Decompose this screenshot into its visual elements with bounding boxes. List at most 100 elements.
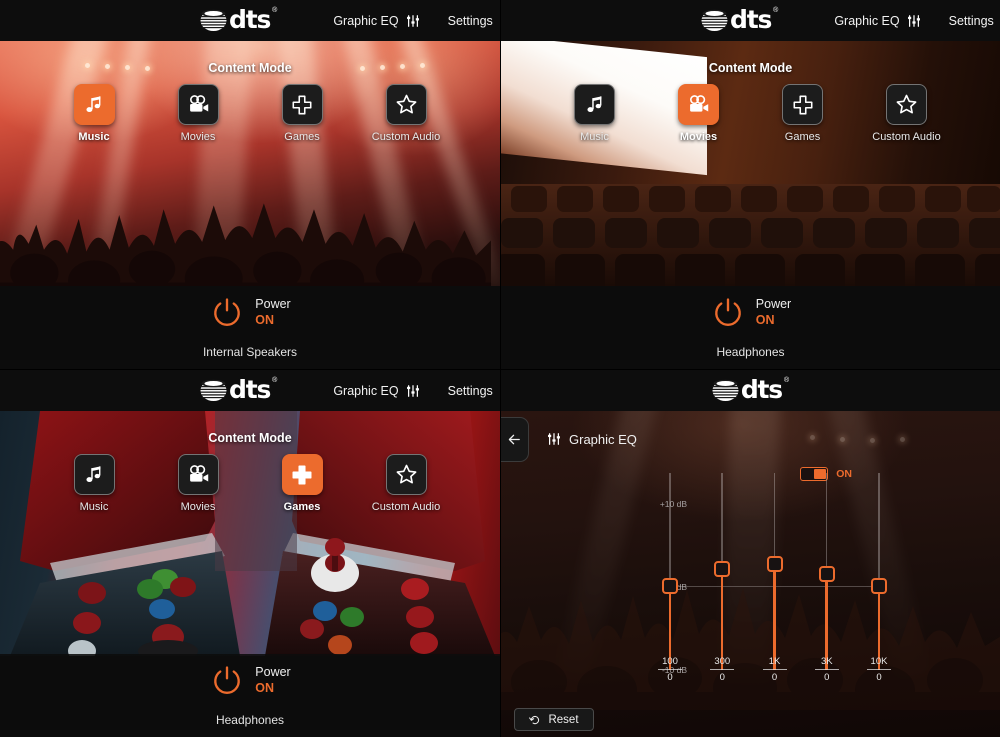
power-state: ON <box>255 313 275 327</box>
eq-title: Graphic EQ <box>569 431 637 447</box>
header-settings-button[interactable]: Settings <box>949 14 1000 28</box>
dpad-icon <box>793 95 812 114</box>
content-mode-games[interactable]: Games <box>265 84 340 143</box>
eq-band-handle[interactable] <box>766 556 783 572</box>
content-mode-section: Content Mode Music Movies Games Custom A… <box>501 41 1000 143</box>
content-mode-section: Content Mode Music Movies Games Custom A… <box>0 41 500 143</box>
equalizer-icon <box>548 433 560 445</box>
settings-label: Settings <box>447 13 493 28</box>
header-settings-button[interactable]: Settings <box>448 384 500 398</box>
music-label: Music <box>580 131 609 143</box>
eq-band-handle[interactable] <box>714 561 731 577</box>
settings-label: Settings <box>447 383 493 398</box>
custom-audio-tile[interactable] <box>886 84 927 125</box>
content-mode-movies[interactable]: Movies <box>161 84 236 143</box>
eq-band-handle[interactable] <box>818 566 835 582</box>
music-label: Music <box>79 501 109 513</box>
content-mode-movies[interactable]: Movies <box>161 454 236 513</box>
dts-wordmark: dts <box>740 375 783 404</box>
content-mode-games[interactable]: Games <box>265 454 340 513</box>
star-icon <box>396 464 416 484</box>
panel-2-content: Content Mode Music Movies Games Custom A… <box>501 41 1000 286</box>
games-tile[interactable] <box>281 454 323 495</box>
power-icon[interactable] <box>710 295 746 331</box>
power-label: Power <box>755 297 792 312</box>
eq-band-10k: 10K 0 <box>867 463 891 683</box>
header-graphic-eq-button[interactable]: Graphic EQ <box>834 14 920 28</box>
header-settings-button[interactable]: Settings <box>448 14 500 28</box>
games-label: Games <box>784 131 821 143</box>
back-button[interactable] <box>501 416 529 462</box>
music-note-icon <box>586 95 601 112</box>
panel-2-footer: Power ON Headphones <box>501 286 1000 369</box>
content-mode-custom-audio[interactable]: Custom Audio <box>369 84 444 143</box>
app-grid: dts ® Graphic EQ Settings Content Mode M… <box>0 0 1000 737</box>
movies-label: Movies <box>180 501 216 513</box>
eq-band-footer: 100 0 <box>648 656 692 683</box>
eq-header: Graphic EQ <box>501 411 1000 463</box>
movies-tile[interactable] <box>177 84 219 125</box>
content-mode-music[interactable]: Music <box>57 84 132 143</box>
music-tile[interactable] <box>73 84 115 125</box>
header-graphic-eq-button[interactable]: Graphic EQ <box>333 384 419 398</box>
custom-audio-label: Custom Audio <box>371 501 441 513</box>
music-note-icon <box>86 465 101 482</box>
graphic-eq-label: Graphic EQ <box>333 383 399 398</box>
power-control: Power ON <box>501 286 1000 331</box>
music-tile[interactable] <box>574 84 615 125</box>
eq-band-value: 0 <box>824 671 830 683</box>
movie-camera-icon <box>189 95 208 112</box>
eq-band-value: 0 <box>667 671 673 683</box>
content-mode-title: Content Mode <box>208 431 292 445</box>
movies-tile[interactable] <box>678 84 719 125</box>
eq-band-3k: 3K 0 <box>814 463 839 683</box>
content-mode-title: Content Mode <box>208 61 292 75</box>
equalizer-icon <box>907 14 920 27</box>
music-tile[interactable] <box>73 454 115 495</box>
header-bar-3: dts ® Graphic EQ Settings <box>0 370 500 411</box>
power-state: ON <box>755 313 775 327</box>
eq-band-footer: 10K 0 <box>857 656 901 683</box>
custom-audio-label: Custom Audio <box>872 131 941 143</box>
back-arrow-icon <box>508 434 520 444</box>
eq-band-handle[interactable] <box>871 578 887 594</box>
dts-logo-icon: dts ® <box>200 377 277 403</box>
eq-band-frequency: 3K <box>814 656 839 670</box>
eq-band-1k: 1K 0 <box>762 463 787 683</box>
power-icon[interactable] <box>209 295 245 331</box>
power-control: Power ON <box>0 286 500 331</box>
trademark-symbol: ® <box>272 7 278 14</box>
content-mode-custom-audio[interactable]: Custom Audio <box>869 84 944 143</box>
content-mode-custom-audio[interactable]: Custom Audio <box>369 454 444 513</box>
eq-band-fill <box>773 568 776 670</box>
movies-tile[interactable] <box>177 454 219 495</box>
star-icon <box>896 94 917 114</box>
power-icon[interactable] <box>209 663 245 699</box>
custom-audio-tile[interactable] <box>385 454 427 495</box>
custom-audio-tile[interactable] <box>385 84 427 125</box>
content-mode-movies[interactable]: Movies <box>661 84 736 143</box>
header-graphic-eq-button[interactable]: Graphic EQ <box>333 14 419 28</box>
panel-internal-speakers-music: dts ® Graphic EQ Settings Content Mode M… <box>0 0 500 369</box>
graphic-eq-label: Graphic EQ <box>333 13 399 28</box>
games-tile[interactable] <box>782 84 823 125</box>
eq-band-value: 0 <box>719 671 725 683</box>
music-label: Music <box>78 131 110 143</box>
content-mode-row: Music Movies Games Custom Audio <box>0 84 500 143</box>
dts-logo-icon: dts ® <box>712 375 790 404</box>
games-tile[interactable] <box>281 84 323 125</box>
panel-headphones-games: dts ® Graphic EQ Settings Content Mode M… <box>0 369 500 737</box>
graphic-eq-label: Graphic EQ <box>834 13 900 28</box>
content-mode-music[interactable]: Music <box>557 84 632 143</box>
content-mode-row: Music Movies Games Custom Audio <box>0 454 500 513</box>
eq-band-frequency: 300 <box>710 656 735 670</box>
content-mode-games[interactable]: Games <box>765 84 840 143</box>
trademark-symbol: ® <box>783 377 790 384</box>
games-label: Games <box>284 131 320 143</box>
content-mode-music[interactable]: Music <box>57 454 132 513</box>
eq-band-100: 100 0 <box>658 463 682 683</box>
power-label: Power <box>255 665 291 680</box>
equalizer-icon <box>406 384 419 397</box>
reset-button[interactable]: Reset <box>514 708 594 731</box>
eq-band-handle[interactable] <box>662 578 678 594</box>
